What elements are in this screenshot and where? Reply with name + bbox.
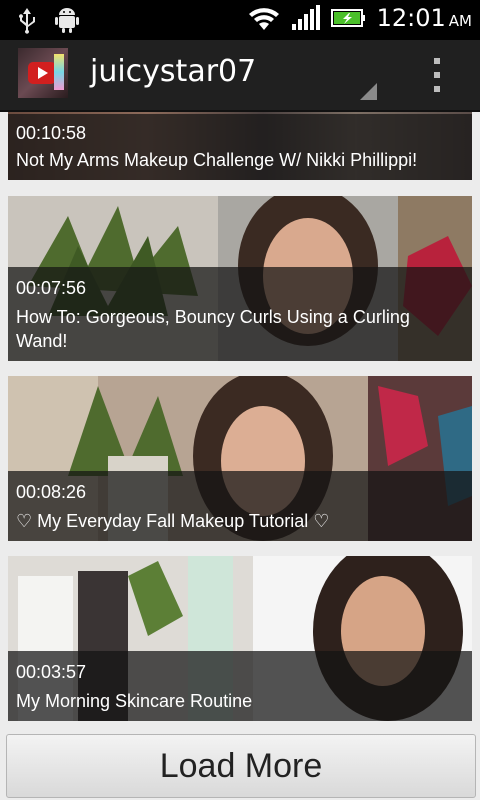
video-title: How To: Gorgeous, Bouncy Curls Using a C… bbox=[16, 307, 410, 351]
overflow-menu-button[interactable] bbox=[430, 58, 444, 92]
video-duration: 00:10:58 bbox=[16, 123, 87, 143]
action-bar: juicystar07 bbox=[0, 40, 480, 112]
load-more-button[interactable]: Load More bbox=[6, 734, 476, 798]
video-card[interactable]: 00:10:58 Not My Arms Makeup Challenge W/… bbox=[8, 112, 472, 180]
channel-title[interactable]: juicystar07 bbox=[90, 54, 256, 89]
video-duration: 00:03:57 bbox=[16, 662, 87, 682]
video-card[interactable]: 00:08:26 ♡ My Everyday Fall Makeup Tutor… bbox=[8, 376, 472, 541]
video-title: Not My Arms Makeup Challenge W/ Nikki Ph… bbox=[16, 150, 418, 170]
video-duration: 00:08:26 bbox=[16, 482, 87, 502]
battery-charging-icon bbox=[330, 4, 367, 32]
video-title: ♡ My Everyday Fall Makeup Tutorial ♡ bbox=[16, 511, 330, 531]
overflow-dot-icon bbox=[434, 72, 440, 78]
channel-avatar[interactable] bbox=[18, 48, 68, 98]
overflow-dot-icon bbox=[434, 58, 440, 64]
video-card[interactable]: 00:07:56 How To: Gorgeous, Bouncy Curls … bbox=[8, 196, 472, 361]
video-title: My Morning Skincare Routine bbox=[16, 691, 253, 711]
video-info-overlay: 00:10:58 Not My Arms Makeup Challenge W/… bbox=[8, 114, 472, 180]
status-bar: 12:01 AM bbox=[0, 0, 480, 40]
video-info-overlay: 00:08:26 ♡ My Everyday Fall Makeup Tutor… bbox=[8, 471, 472, 541]
video-card[interactable]: 00:03:57 My Morning Skincare Routine bbox=[8, 556, 472, 721]
video-info-overlay: 00:07:56 How To: Gorgeous, Bouncy Curls … bbox=[8, 267, 472, 361]
video-info-overlay: 00:03:57 My Morning Skincare Routine bbox=[8, 651, 472, 721]
youtube-play-icon bbox=[28, 62, 56, 84]
wifi-icon bbox=[247, 4, 281, 32]
overflow-dot-icon bbox=[434, 86, 440, 92]
android-debug-icon bbox=[54, 6, 80, 34]
spinner-dropdown-indicator[interactable] bbox=[360, 83, 377, 100]
signal-icon bbox=[291, 4, 321, 32]
video-list[interactable]: 00:10:58 Not My Arms Makeup Challenge W/… bbox=[0, 112, 480, 732]
status-clock: 12:01 AM bbox=[376, 4, 472, 32]
usb-icon bbox=[14, 6, 40, 34]
avatar-decoration bbox=[54, 54, 64, 90]
video-duration: 00:07:56 bbox=[16, 278, 87, 298]
